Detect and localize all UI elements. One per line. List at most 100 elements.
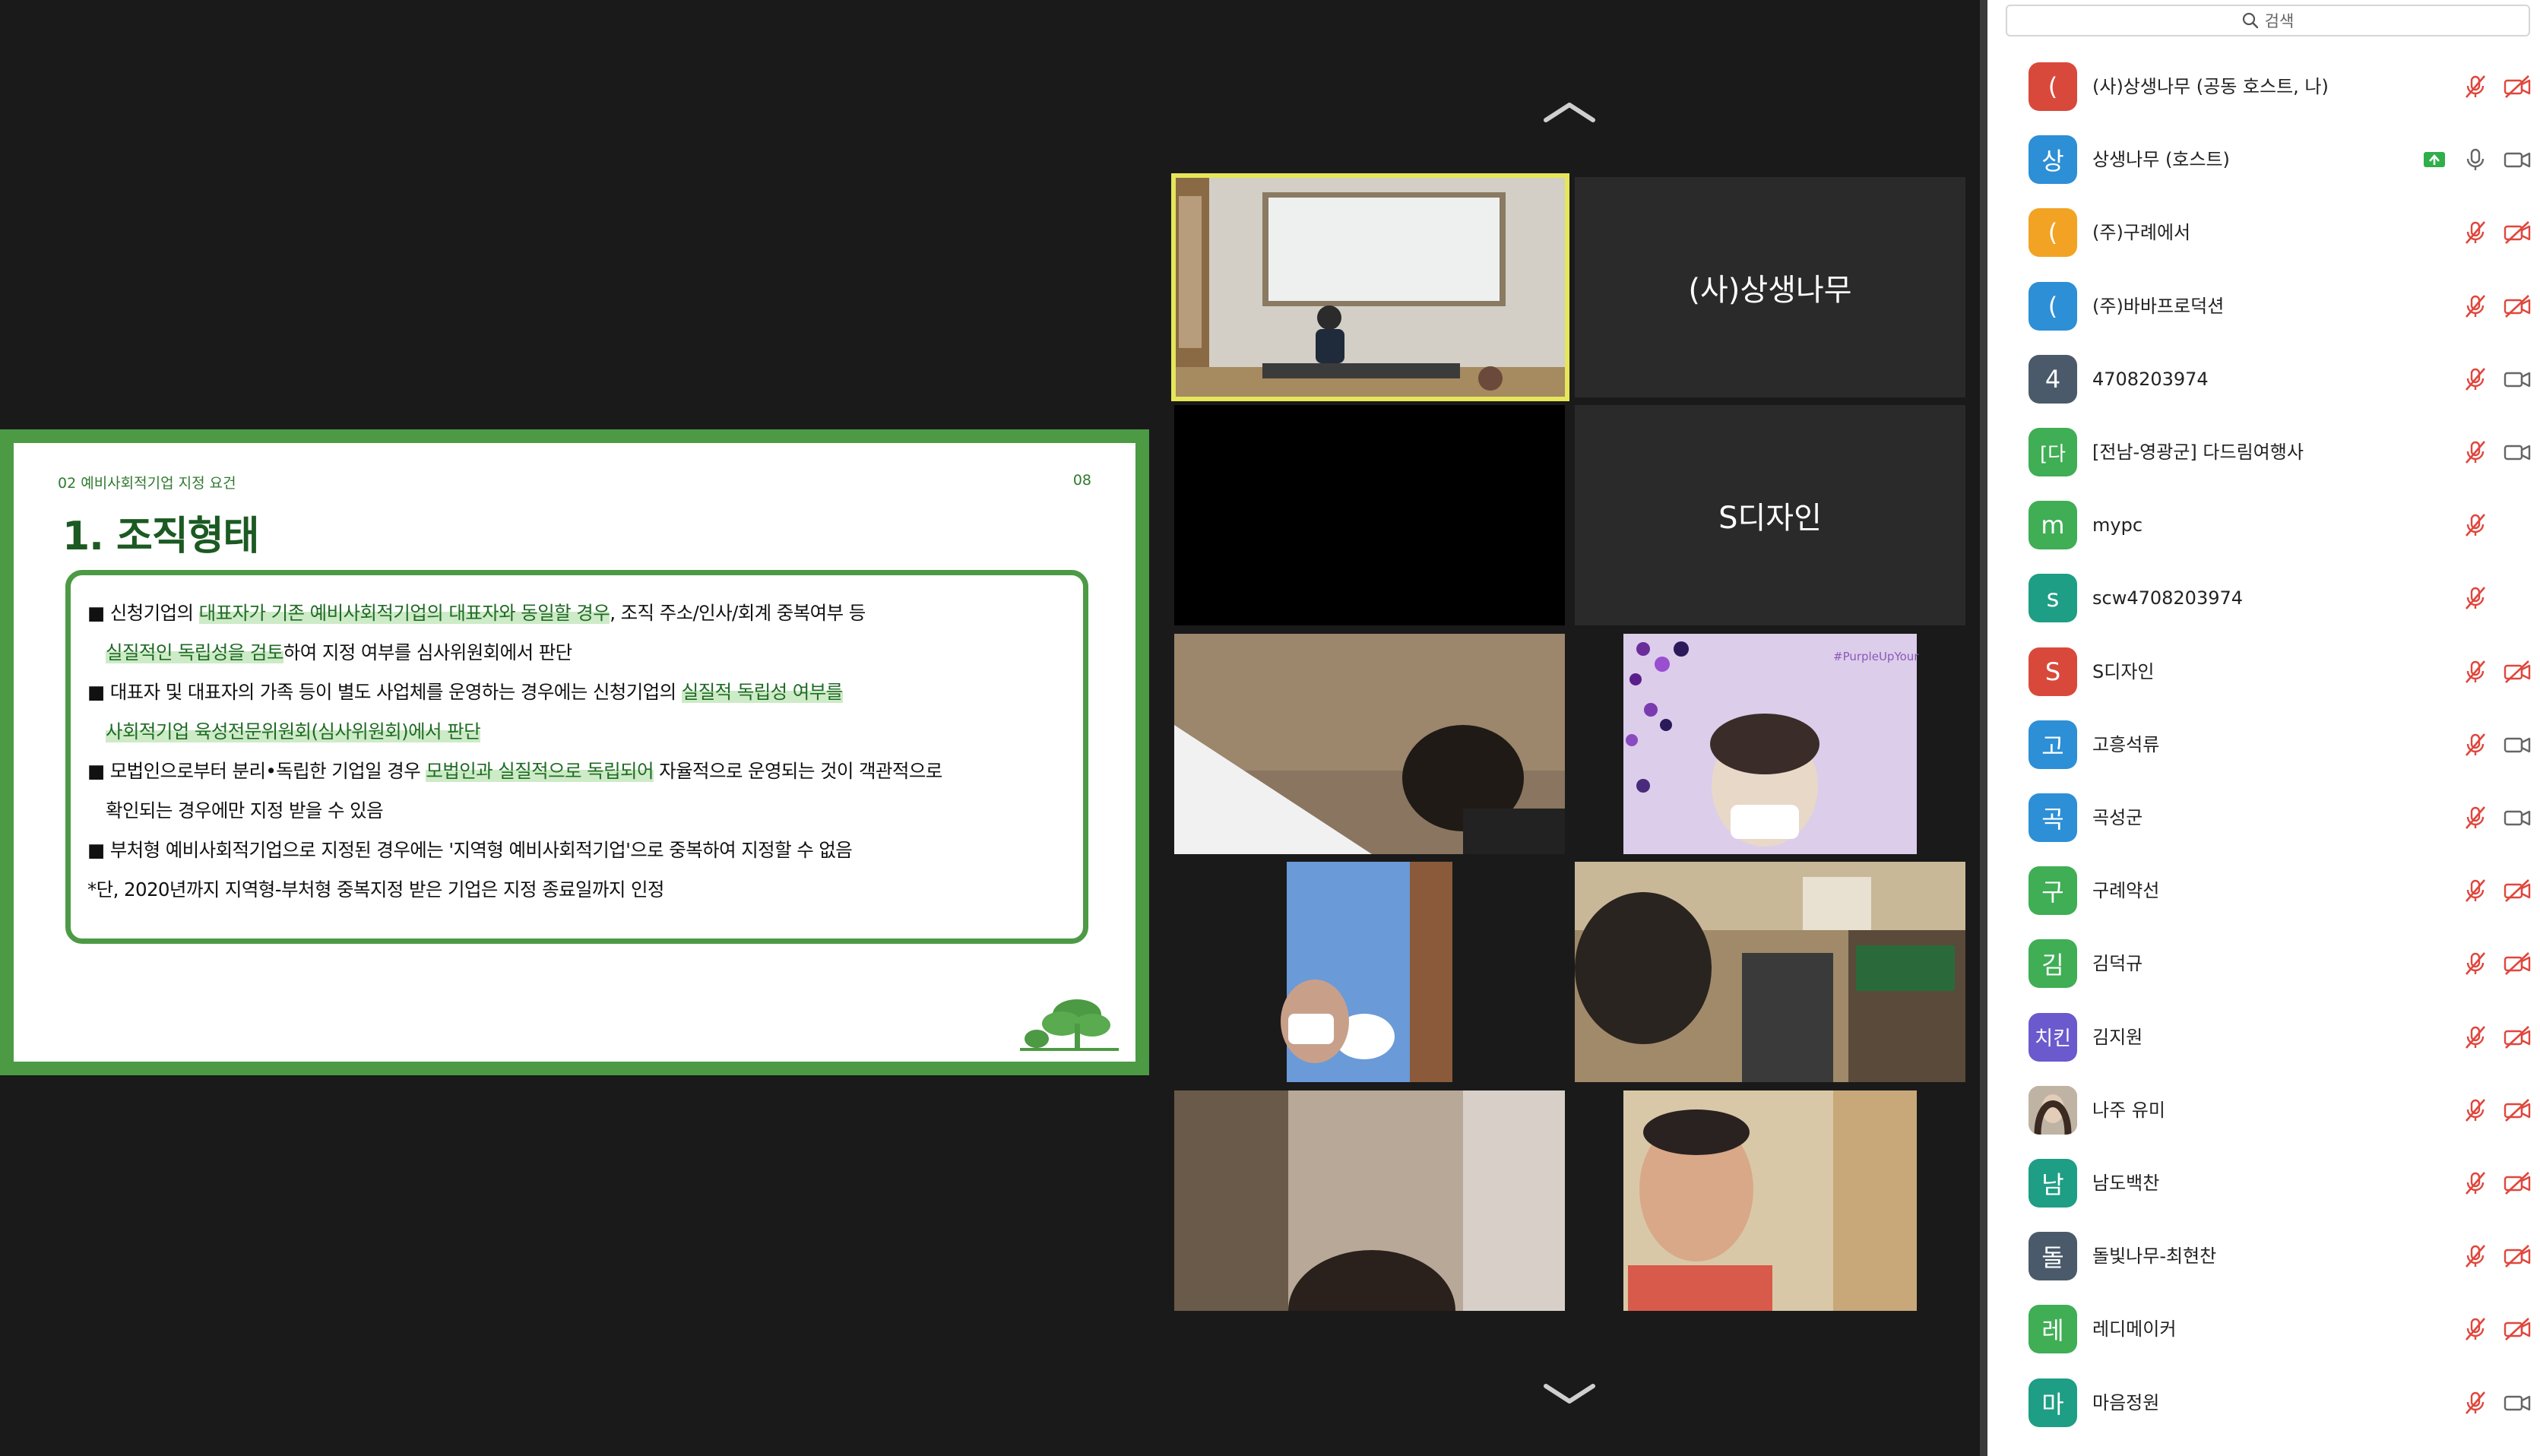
mic-muted-icon[interactable]	[2462, 366, 2489, 393]
participant-name: 마음정원	[2092, 1391, 2160, 1413]
mic-muted-icon[interactable]	[2462, 804, 2489, 831]
video-camera-icon[interactable]	[2503, 146, 2531, 173]
slide-bullet-line: *단, 2020년까지 지역형-부처형 중복지정 받은 기업은 지정 종료일까지…	[87, 870, 1066, 910]
participants-panel: 검색 ((사)상생나무 (공동 호스트, 나) 상 상생나무 (호스트) ((주)구례…	[1987, 0, 2540, 1456]
video-off-icon[interactable]	[2503, 1242, 2531, 1270]
search-placeholder: 검색	[2264, 12, 2295, 30]
participant-name: scw4708203974	[2092, 587, 2244, 609]
mic-muted-icon[interactable]	[2462, 438, 2489, 466]
participant-row[interactable]: 곡 곡성군	[1987, 781, 2540, 854]
highlighted-text: 대표자가 기존 예비사회적기업의 대표자와 동일할 경우	[198, 602, 610, 624]
avatar	[2029, 1085, 2077, 1135]
meeting-stage: 02 예비사회적기업 지정 요건 08 1. 조직형태 ■ 신청기업의 대표자가…	[0, 0, 1980, 1456]
participant-row[interactable]: 레 레디메이커	[1987, 1293, 2540, 1366]
slide-bullet-line: ■ 대표자 및 대표자의 가족 등이 별도 사업체를 운영하는 경우에는 신청기…	[87, 673, 1066, 712]
participant-row[interactable]: 나주 유미	[1987, 1074, 2540, 1147]
avatar: s	[2029, 574, 2077, 623]
participant-row[interactable]: ((주)바바프로덕션	[1987, 270, 2540, 343]
video-off-icon[interactable]	[2503, 293, 2531, 320]
participant-name: 레디메이커	[2092, 1318, 2177, 1340]
video-tile-speaker[interactable]	[1171, 173, 1569, 401]
video-frame	[1575, 862, 1965, 1082]
scroll-up-button[interactable]	[1535, 93, 1604, 131]
mic-muted-icon[interactable]	[2462, 293, 2489, 320]
video-off-icon[interactable]	[2503, 1024, 2531, 1051]
mic-muted-icon[interactable]	[2462, 511, 2489, 539]
participant-name-label: S디자인	[1718, 501, 1822, 536]
mic-icon[interactable]	[2462, 146, 2489, 173]
scroll-down-button[interactable]	[1535, 1375, 1604, 1413]
video-camera-icon[interactable]	[2503, 731, 2531, 758]
participant-row[interactable]: ((사)상생나무 (공동 호스트, 나)	[1987, 50, 2540, 123]
mic-muted-icon[interactable]	[2462, 73, 2489, 100]
participant-row[interactable]: ((주)구례에서	[1987, 196, 2540, 269]
participant-row[interactable]: [다 [전남-영광군] 다드림여행사	[1987, 416, 2540, 489]
mic-muted-icon[interactable]	[2462, 584, 2489, 612]
participant-name: 상생나무 (호스트)	[2092, 149, 2230, 171]
mic-muted-icon[interactable]	[2462, 219, 2489, 246]
video-tile-sangsaeng[interactable]: (사)상생나무	[1575, 177, 1965, 397]
mic-muted-icon[interactable]	[2462, 1389, 2489, 1416]
participant-name: (주)구례에서	[2092, 222, 2191, 244]
avatar: 레	[2029, 1305, 2077, 1354]
video-off-icon[interactable]	[2503, 219, 2531, 246]
video-off-icon[interactable]	[2503, 877, 2531, 904]
mic-muted-icon[interactable]	[2462, 658, 2489, 685]
video-frame	[1575, 1090, 1965, 1311]
video-camera-icon[interactable]	[2503, 438, 2531, 466]
video-off-icon[interactable]	[2503, 1170, 2531, 1197]
video-camera-icon[interactable]	[2503, 804, 2531, 831]
video-tile-6[interactable]	[1575, 862, 1965, 1082]
participant-name: 4708203974	[2092, 368, 2209, 390]
video-off-icon[interactable]	[2503, 950, 2531, 977]
video-tile-7[interactable]	[1174, 1090, 1565, 1311]
mic-muted-icon[interactable]	[2462, 1024, 2489, 1051]
video-tile-8[interactable]	[1575, 1090, 1965, 1311]
mic-muted-icon[interactable]	[2462, 950, 2489, 977]
chevron-down-icon	[1544, 1384, 1595, 1404]
video-tile-4[interactable]: #PurpleUpYour	[1575, 634, 1965, 854]
participant-row[interactable]: S S디자인	[1987, 635, 2540, 708]
slide-content: 02 예비사회적기업 지정 요건 08 1. 조직형태 ■ 신청기업의 대표자가…	[14, 443, 1135, 1062]
participant-row[interactable]: 김 김덕규	[1987, 927, 2540, 1000]
panel-divider[interactable]	[1980, 0, 1987, 1456]
mic-muted-icon[interactable]	[2462, 1242, 2489, 1270]
video-camera-icon[interactable]	[2503, 1389, 2531, 1416]
bullet-text: 하여 지정 여부를 심사위원회에서 판단	[283, 641, 572, 663]
zoom-window: 02 예비사회적기업 지정 요건 08 1. 조직형태 ■ 신청기업의 대표자가…	[0, 0, 2540, 1456]
mic-muted-icon[interactable]	[2462, 1315, 2489, 1343]
slide-bullet-line: 사회적기업 육성전문위원회(심사위원회)에서 판단	[87, 712, 1066, 752]
participant-name: 나주 유미	[2092, 1099, 2165, 1121]
video-tile-5[interactable]	[1174, 862, 1565, 1082]
participant-search[interactable]: 검색	[2006, 5, 2530, 36]
mic-muted-icon[interactable]	[2462, 1170, 2489, 1197]
video-off-icon[interactable]	[2503, 1315, 2531, 1343]
video-tile-empty[interactable]	[1174, 405, 1565, 625]
video-off-icon[interactable]	[2503, 73, 2531, 100]
participant-row[interactable]: 마 마음정원	[1987, 1366, 2540, 1439]
participant-row[interactable]: 상 상생나무 (호스트)	[1987, 123, 2540, 196]
video-off-icon[interactable]	[2503, 1097, 2531, 1124]
participant-row[interactable]: 구 구례약선	[1987, 854, 2540, 927]
participant-name: 구례약선	[2092, 880, 2160, 902]
video-off-icon[interactable]	[2503, 658, 2531, 685]
participant-row[interactable]: 치킨 김지원	[1987, 1001, 2540, 1074]
participant-row[interactable]: m mypc	[1987, 489, 2540, 562]
participant-row[interactable]: 4 4708203974	[1987, 343, 2540, 416]
slide-section-label: 02 예비사회적기업 지정 요건	[58, 475, 236, 492]
mic-muted-icon[interactable]	[2462, 877, 2489, 904]
mic-muted-icon[interactable]	[2462, 1097, 2489, 1124]
participant-name: 남도백찬	[2092, 1173, 2160, 1194]
participant-row[interactable]: 고 고흥석류	[1987, 708, 2540, 781]
bullet-text: , 조직 주소/인사/회계 중복여부 등	[610, 602, 866, 624]
participant-row[interactable]: s scw4708203974	[1987, 562, 2540, 635]
participant-row[interactable]: 남 남도백찬	[1987, 1147, 2540, 1220]
avatar: [다	[2029, 428, 2077, 476]
slide-bullet-line: 실질적인 독립성을 검토하여 지정 여부를 심사위원회에서 판단	[87, 633, 1066, 673]
video-tile-3[interactable]	[1174, 634, 1565, 854]
video-tile-sdesign[interactable]: S디자인	[1575, 405, 1965, 625]
video-camera-icon[interactable]	[2503, 366, 2531, 393]
mic-muted-icon[interactable]	[2462, 731, 2489, 758]
shared-screen[interactable]: 02 예비사회적기업 지정 요건 08 1. 조직형태 ■ 신청기업의 대표자가…	[0, 429, 1149, 1075]
participant-row[interactable]: 돌 돌빛나무-최현찬	[1987, 1220, 2540, 1293]
